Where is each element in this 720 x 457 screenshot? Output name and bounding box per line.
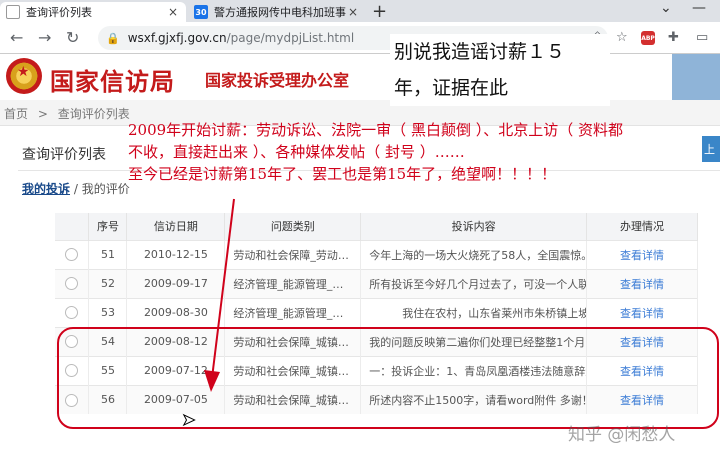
overlay-caption: 别说我造谣讨薪１５ 年，证据在此 [390,34,610,106]
annotation-line: 不收，直接赶出来 ）、各种媒体发帖（ 封号 ）…… [128,143,465,161]
col-number: 序号 [88,213,128,240]
page-title: 查询评价列表 [22,147,106,163]
page-icon [6,5,20,19]
row-date: 2010-12-15 [126,239,226,269]
row-category: 劳动和社会保障_劳动… [224,239,362,269]
subtab-separator: / [73,182,78,196]
national-emblem-icon [6,58,42,94]
table-row: 51 2010-12-15 劳动和社会保障_劳动… 今年上海的一场大火烧死了58… [55,239,698,269]
col-select [55,213,90,240]
tab-my-reviews[interactable]: 我的评价 [82,182,130,196]
row-category: 经济管理_能源管理_… [224,297,362,327]
view-details-link[interactable]: 查看详情 [586,239,698,269]
row-radio[interactable] [65,248,79,262]
close-tab-icon[interactable]: × [166,5,180,19]
lock-icon[interactable]: 🔒 [106,32,120,45]
site-title: 国家信访局 [50,68,175,96]
mouse-cursor-icon: ➤ [181,410,196,430]
tab-title: 查询评价列表 [26,6,92,19]
row-category: 经济管理_能源管理_… [224,268,362,298]
forward-icon[interactable]: → [38,28,51,47]
row-content: 我住在农村，山东省莱州市朱桥镇上坡村… [360,297,588,327]
caption-line: 别说我造谣讨薪１５ [394,41,566,63]
row-radio[interactable] [65,277,79,291]
site-subtitle: 国家投诉受理办公室 [205,71,350,90]
tab-news[interactable]: 30 警方通报网传中电科加班事件调… × [188,2,366,22]
view-details-link[interactable]: 查看详情 [586,268,698,298]
header-decoration [672,54,720,100]
col-status: 办理情况 [586,213,698,240]
breadcrumb-separator: > [37,107,48,121]
watermark: 知乎 @闲愁人 [568,425,676,445]
url-host: wsxf.gjxfj.gov.cn [127,31,227,45]
new-tab-button[interactable]: + [372,1,387,22]
star-icon[interactable]: ☆ [616,30,628,45]
breadcrumb-home[interactable]: 首页 [4,107,28,121]
site-header: 国家信访局 国家投诉受理办公室 [0,54,720,100]
adblock-icon[interactable]: ABP [641,31,655,45]
tab-query-list[interactable]: 查询评价列表 × [0,2,186,22]
highlight-rounded-box [57,327,719,429]
chevron-down-icon[interactable]: ⌄ [660,0,672,16]
url-path: /page/mydpjList.html [226,31,355,45]
back-icon[interactable]: ← [10,28,23,47]
annotation-line: 至今已经是讨薪第15年了、罢工也是第15年了，绝望啊！！！！ [128,165,557,183]
col-date: 信访日期 [126,213,226,240]
table-row: 53 2009-08-30 经济管理_能源管理_… 我住在农村，山东省莱州市朱桥… [55,297,698,327]
minimize-icon[interactable]: — [692,0,706,16]
tab-my-complaints[interactable]: 我的投诉 [22,182,70,196]
close-tab-icon[interactable]: × [346,5,360,19]
tab-title: 警方通报网传中电科加班事件调… [214,6,346,19]
table-header-row: 序号 信访日期 问题类别 投诉内容 办理情况 [55,213,698,240]
table-row: 52 2009-09-17 经济管理_能源管理_… 所有投诉至今好几个月过去了，… [55,268,698,298]
row-number: 52 [88,268,128,298]
breadcrumb-current: 查询评价列表 [57,107,130,121]
row-date: 2009-09-17 [126,268,226,298]
row-number: 53 [88,297,128,327]
extensions-icon[interactable]: ✚ [668,30,679,45]
row-date: 2009-08-30 [126,297,226,327]
browser-toolbar: ← → ↻ 🔒 wsxf.gjxfj.gov.cn/page/mydpjList… [0,22,720,54]
row-content: 所有投诉至今好几个月过去了，可没一个人联系… [360,268,588,298]
col-content: 投诉内容 [360,213,588,240]
annotation-text: 2009年开始讨薪：劳动诉讼、法院一审（ 黑白颠倒 ）、北京上访（ 资料都 不收… [128,119,708,185]
site-badge-icon: 30 [194,5,208,19]
row-content: 今年上海的一场大火烧死了58人，全国震惊。虽… [360,239,588,269]
row-number: 51 [88,239,128,269]
browser-tab-bar: 查询评价列表 × 30 警方通报网传中电科加班事件调… × + ⌄ — [0,0,720,22]
reload-icon[interactable]: ↻ [66,28,79,47]
col-category: 问题类别 [224,213,362,240]
sidebar-icon[interactable]: ▭ [696,30,708,45]
subtabs: 我的投诉 / 我的评价 [22,180,130,197]
annotation-line: 2009年开始讨薪：劳动诉讼、法院一审（ 黑白颠倒 ）、北京上访（ 资料都 [128,121,623,139]
view-details-link[interactable]: 查看详情 [586,297,698,327]
caption-line: 年，证据在此 [394,77,509,99]
row-radio[interactable] [65,306,79,320]
